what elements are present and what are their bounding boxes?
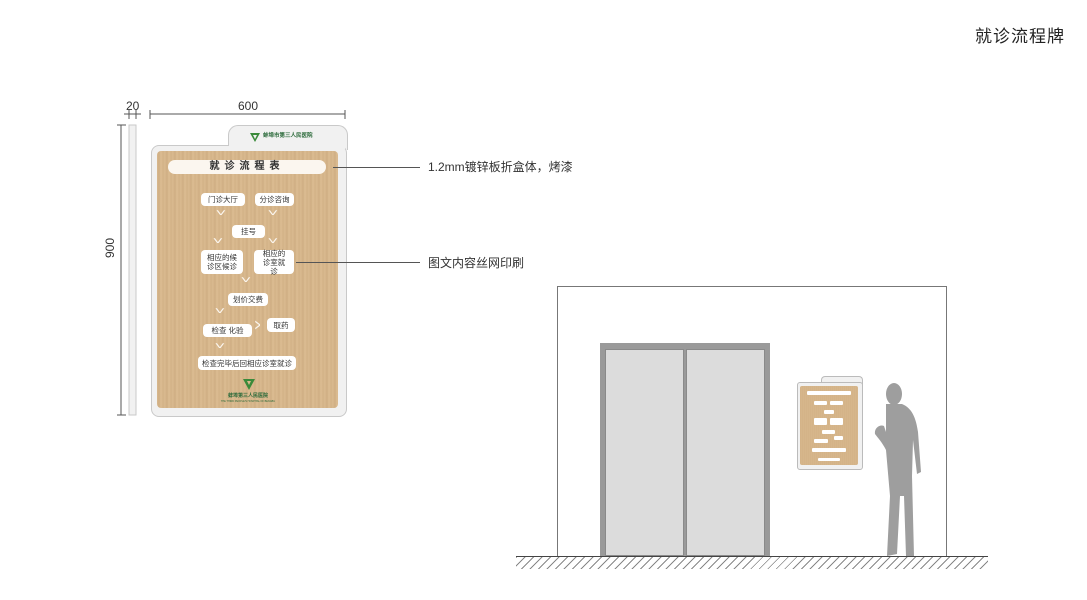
mini-step: [834, 436, 843, 440]
callout-leader: [333, 167, 420, 168]
mini-step: [824, 410, 834, 414]
mini-step: [814, 401, 827, 405]
flow-arrow: ˅: [212, 236, 224, 247]
step-pharmacy: 取药: [267, 318, 295, 332]
flow-arrow: ˅: [240, 275, 252, 286]
depth-dimension: 20: [126, 99, 140, 113]
step-register: 挂号: [232, 225, 265, 238]
flow-arrow: ˅: [267, 208, 279, 219]
callout-material: 1.2mm镀锌板折盒体，烤漆: [428, 160, 573, 174]
width-dimension: 600: [238, 99, 259, 113]
callout-print: 图文内容丝网印刷: [428, 256, 525, 270]
step-triage: 分诊咨询: [255, 193, 294, 206]
flow-arrow: ˅: [214, 341, 226, 352]
mini-step: [812, 448, 846, 452]
height-dimension: 900: [103, 237, 117, 258]
door-leaf-right: [686, 349, 765, 556]
flow-header: 就诊流程表: [168, 160, 326, 174]
hospital-name: 蚌埠市第三人民医院: [263, 133, 313, 139]
step-exam: 检查 化验: [203, 324, 252, 337]
mini-sign-board: [800, 386, 858, 465]
flow-arrow: ˅: [214, 306, 226, 317]
step-waiting-area: 相应的候诊区候诊: [201, 250, 243, 274]
mini-step: [814, 418, 827, 425]
mini-step: [830, 418, 843, 425]
human-figure: [874, 383, 921, 556]
flow-arrow: ˅: [252, 319, 264, 331]
step-lobby: 门诊大厅: [201, 193, 245, 206]
footer-hospital-subname: THE THIRD PEOPLE'S HOSPITAL OF BENGBU: [220, 400, 276, 403]
door-leaf-left: [605, 349, 684, 556]
callout-leader: [296, 262, 420, 263]
mini-step: [822, 430, 835, 434]
footer-logo-icon: [243, 378, 255, 390]
flow-arrow: ˅: [215, 208, 227, 219]
ground-hatch: [516, 557, 988, 569]
step-consult-room: 相应的诊室就诊: [254, 249, 294, 276]
footer-hospital-name: 蚌埠第三人民医院: [227, 393, 268, 399]
mini-header: [807, 391, 851, 395]
hospital-logo-icon: [250, 130, 260, 142]
mini-step: [830, 401, 843, 405]
mini-step: [814, 439, 828, 443]
step-pay: 划价交费: [228, 293, 268, 306]
flow-arrow: ˅: [267, 236, 279, 247]
mini-footer: [818, 458, 840, 461]
step-return: 检查完毕后回相应诊室就诊: [198, 356, 296, 370]
